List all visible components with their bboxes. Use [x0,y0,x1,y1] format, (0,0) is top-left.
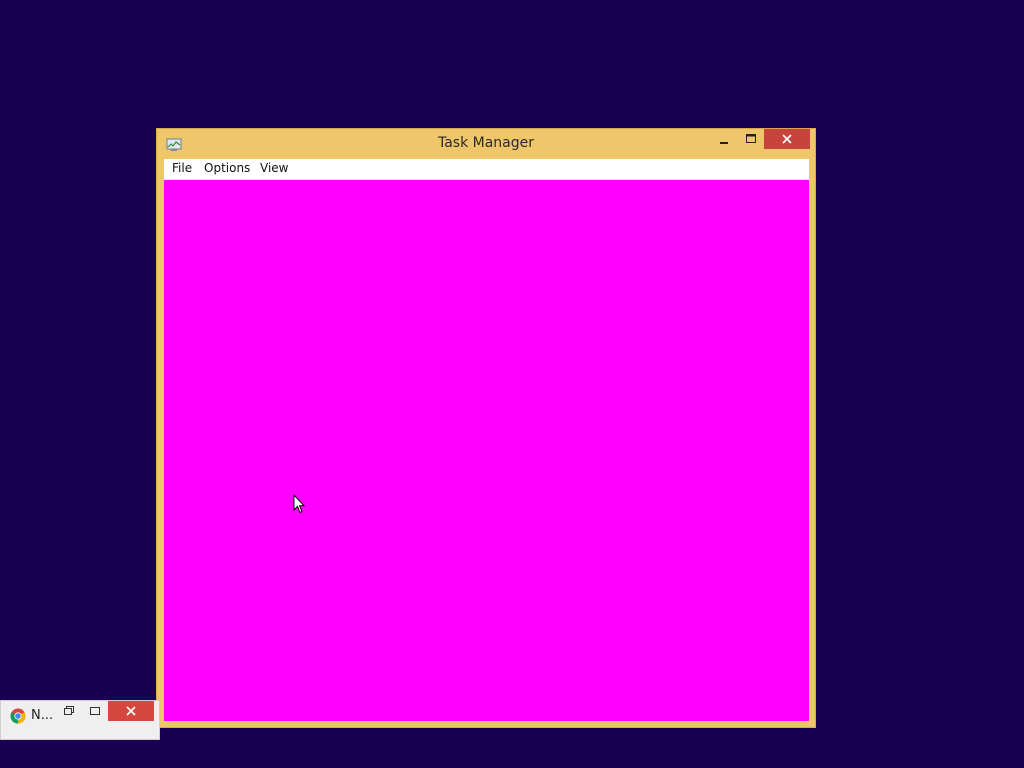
task-manager-window[interactable]: Task Manager File Options View [156,128,816,728]
minimize-icon [720,142,728,144]
minimize-button[interactable] [712,129,738,149]
maximize-button[interactable] [82,701,108,721]
menu-options[interactable]: Options [202,161,252,175]
restore-icon [64,706,74,715]
menu-view[interactable]: View [258,161,290,175]
title-bar[interactable]: Task Manager [157,129,815,159]
chrome-window-title: N... [31,708,54,723]
mouse-pointer-icon [293,493,306,514]
maximize-icon [746,134,756,143]
close-icon [782,134,792,144]
restore-button[interactable] [56,701,82,721]
close-button[interactable] [108,701,154,721]
close-button[interactable] [764,129,810,149]
chrome-icon [10,708,26,724]
chrome-minimized-window[interactable]: N... [0,700,160,740]
close-icon [126,706,136,716]
content-area[interactable] [164,180,809,721]
menu-file[interactable]: File [170,161,194,175]
maximize-icon [90,707,100,715]
maximize-button[interactable] [738,129,764,149]
menu-bar: File Options View [164,159,809,180]
